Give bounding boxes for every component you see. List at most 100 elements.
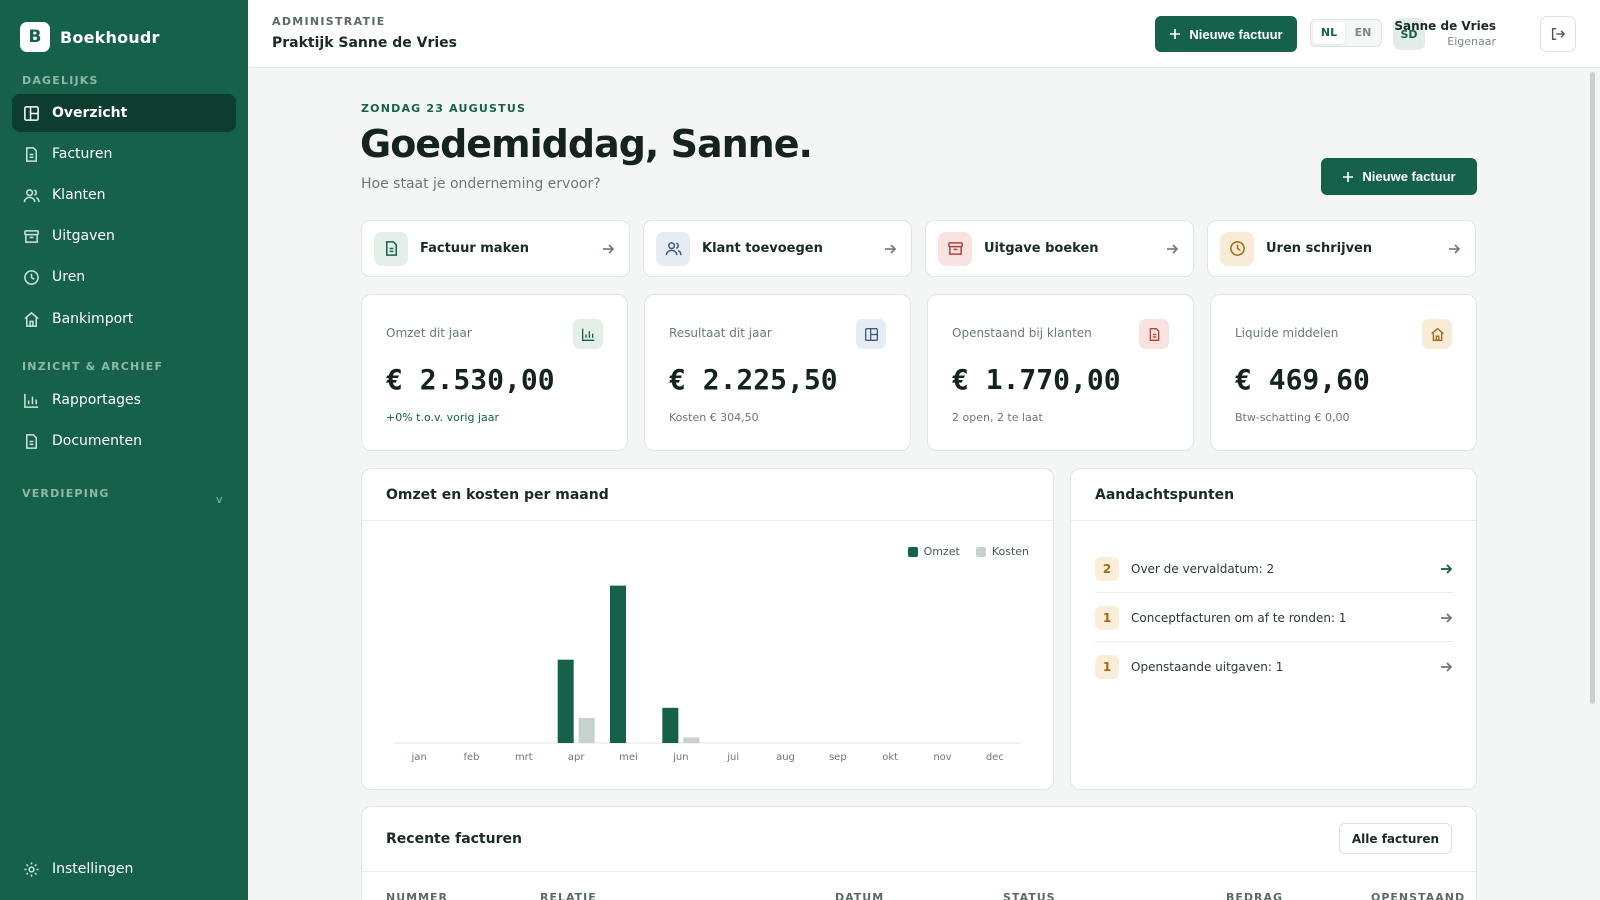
arrow-right-icon	[1167, 243, 1179, 254]
attention-text: Conceptfacturen om af te ronden: 1	[1131, 610, 1347, 625]
header-new-invoice-button[interactable]: Nieuwe factuur	[1155, 16, 1297, 52]
kpi-note: Btw-schatting € 0,00	[1235, 411, 1350, 424]
bar-kosten-jun[interactable]	[683, 737, 700, 743]
sidebar-item-uren[interactable]: Uren	[12, 258, 236, 296]
page-subtitle: Hoe staat je onderneming ervoor?	[361, 176, 601, 192]
all-invoices-button[interactable]: Alle facturen	[1338, 823, 1452, 854]
qicon-wrap	[656, 231, 690, 266]
chevron-down-icon[interactable]: v	[216, 493, 223, 506]
nav-section-archive: INZICHT & ARCHIEF	[22, 360, 164, 373]
scrollbar[interactable]	[1590, 72, 1595, 704]
logout-icon	[1551, 27, 1566, 41]
arrow-right-icon	[1441, 662, 1453, 672]
bar-omzet-jun[interactable]	[662, 707, 679, 743]
column-header-amount[interactable]: BEDRAG	[1226, 891, 1283, 900]
x-tick-label: sep	[829, 752, 847, 763]
kpi-label: Resultaat dit jaar	[669, 326, 772, 340]
sidebar-item-bankimport[interactable]: Bankimport	[12, 300, 236, 338]
kpi-label: Liquide middelen	[1235, 326, 1339, 340]
column-header-outstanding[interactable]: OPENSTAAND	[1371, 891, 1465, 900]
bar-omzet-apr[interactable]	[557, 659, 574, 743]
document-icon	[1149, 327, 1159, 341]
kpi-value: € 2.530,00	[386, 363, 555, 396]
brand-mark: B	[20, 22, 50, 52]
user-role: Eigenaar	[1447, 35, 1496, 48]
column-header-date[interactable]: DATUM	[835, 891, 884, 900]
logout-button[interactable]	[1540, 16, 1576, 52]
plus-icon	[1343, 171, 1354, 182]
qicon-wrap	[938, 231, 972, 266]
count-badge: 2	[1095, 556, 1119, 581]
x-tick-label: apr	[568, 752, 585, 763]
lang-option-nl[interactable]: NL	[1313, 22, 1345, 44]
attention-title: Aandachtspunten	[1095, 487, 1235, 503]
document-icon	[26, 433, 37, 449]
arrow-right-icon	[1441, 563, 1453, 574]
sidebar-item-label: Instellingen	[52, 861, 134, 877]
kpi-note: Kosten € 304,50	[669, 411, 759, 424]
users-icon	[665, 242, 682, 256]
column-header-relation[interactable]: RELATIE	[540, 891, 597, 900]
x-tick-label: dec	[986, 752, 1004, 763]
kpi-value: € 2.225,50	[669, 363, 838, 396]
bar-kosten-apr[interactable]	[578, 718, 595, 743]
new-invoice-button[interactable]: Nieuwe factuur	[1321, 158, 1477, 195]
quick-action-add-client[interactable]: Klant toevoegen	[643, 220, 912, 277]
button-label: Nieuwe factuur	[1189, 26, 1283, 42]
brand-name: Boekhoudr	[60, 27, 160, 47]
kpi-icon-wrap	[1422, 319, 1452, 349]
quick-action-log-hours[interactable]: Uren schrijven	[1207, 220, 1476, 277]
sidebar-item-documenten[interactable]: Documenten	[12, 422, 236, 460]
attention-item-drafts[interactable]: 1 Conceptfacturen om af te ronden: 1	[1095, 594, 1453, 642]
kpi-value: € 1.770,00	[952, 363, 1121, 396]
lang-option-en[interactable]: EN	[1347, 22, 1379, 44]
sidebar-item-facturen[interactable]: Facturen	[12, 135, 236, 173]
arrow-right-icon	[603, 243, 615, 254]
sidebar-item-uitgaven[interactable]: Uitgaven	[12, 217, 236, 255]
attention-item-expenses[interactable]: 1 Openstaande uitgaven: 1	[1095, 643, 1453, 691]
column-header-status[interactable]: STATUS	[1003, 891, 1056, 900]
x-tick-label: jun	[672, 752, 688, 763]
bar-chart-icon	[581, 328, 594, 341]
kpi-card-outstanding: Openstaand bij klanten € 1.770,00 2 open…	[927, 294, 1194, 451]
quick-action-label: Uren schrijven	[1266, 241, 1373, 256]
bar-chart-icon	[24, 393, 39, 408]
bank-icon	[24, 311, 39, 327]
column-header-number[interactable]: NUMMER	[386, 891, 448, 900]
arrow-right-icon	[1449, 243, 1461, 254]
quick-action-label: Factuur maken	[420, 241, 529, 256]
quick-action-create-invoice[interactable]: Factuur maken	[361, 220, 630, 277]
sidebar-item-klanten[interactable]: Klanten	[12, 176, 236, 214]
sidebar-item-settings[interactable]: Instellingen	[12, 850, 236, 888]
kpi-card-liquidity: Liquide middelen € 469,60 Btw-schatting …	[1210, 294, 1477, 451]
sidebar-item-label: Overzicht	[52, 105, 128, 121]
quick-action-label: Klant toevoegen	[702, 241, 823, 256]
kpi-label: Omzet dit jaar	[386, 326, 472, 340]
clock-icon	[24, 269, 39, 285]
nav-section-deep[interactable]: VERDIEPING	[22, 487, 110, 500]
quick-action-book-expense[interactable]: Uitgave boeken	[925, 220, 1194, 277]
arrow-right-icon	[885, 243, 897, 254]
clock-icon	[1229, 241, 1245, 256]
header-subtitle: ADMINISTRATIE	[272, 15, 386, 28]
language-switch: NL EN	[1310, 19, 1382, 47]
plus-icon	[1170, 29, 1181, 39]
sidebar: B Boekhoudr DAGELIJKS Overzicht Facturen…	[0, 0, 248, 900]
brand-logo[interactable]: B Boekhoudr	[20, 22, 160, 52]
kpi-value: € 469,60	[1235, 363, 1370, 396]
sidebar-item-label: Bankimport	[52, 311, 134, 327]
kpi-card-result: Resultaat dit jaar € 2.225,50 Kosten € 3…	[644, 294, 911, 451]
dashboard-icon	[864, 327, 878, 341]
bar-omzet-mei[interactable]	[610, 585, 626, 743]
document-icon	[385, 241, 397, 256]
sidebar-item-rapportages[interactable]: Rapportages	[12, 381, 236, 419]
users-icon	[23, 188, 40, 202]
chart-svg: jan feb mrt apr mei jun jul aug sep okt nov dec	[393, 585, 1021, 763]
bank-icon	[1430, 327, 1444, 341]
sidebar-item-overzicht[interactable]: Overzicht	[12, 94, 236, 132]
count-badge: 1	[1095, 655, 1119, 679]
attention-item-overdue[interactable]: 2 Over de vervaldatum: 2	[1095, 545, 1453, 593]
gear-icon	[24, 861, 39, 877]
current-date: ZONDAG 23 AUGUSTUS	[361, 102, 527, 115]
top-header: ADMINISTRATIE Praktijk Sanne de Vries Ni…	[248, 0, 1600, 68]
